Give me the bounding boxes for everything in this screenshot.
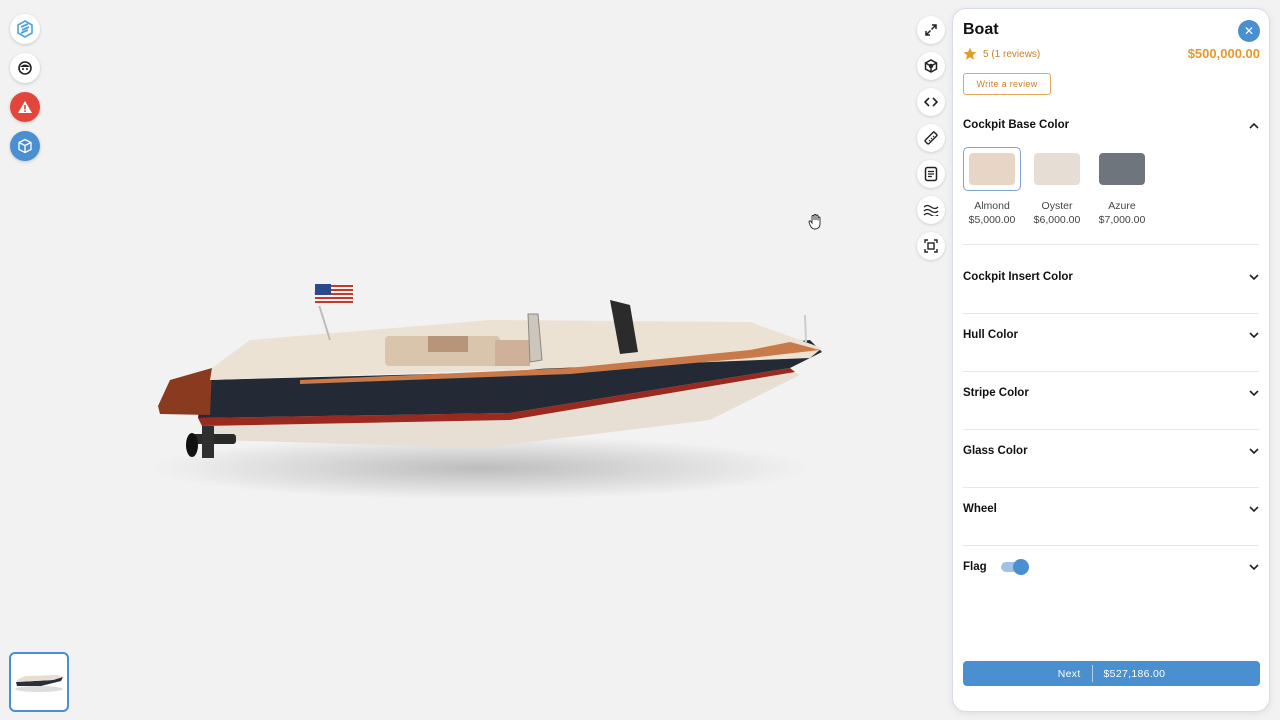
left-rail bbox=[10, 14, 40, 161]
face-icon bbox=[18, 61, 32, 75]
swatch-box bbox=[963, 147, 1021, 191]
3d-model-button[interactable] bbox=[10, 131, 40, 161]
divider bbox=[963, 487, 1259, 488]
waves-icon bbox=[923, 204, 939, 216]
brand-logo-button[interactable] bbox=[10, 14, 40, 44]
divider bbox=[963, 371, 1259, 372]
warning-button[interactable] bbox=[10, 92, 40, 122]
chevron-down-icon bbox=[1249, 273, 1259, 280]
divider bbox=[963, 313, 1259, 314]
section-wheel[interactable]: Wheel bbox=[963, 499, 1259, 519]
ar-cube-icon bbox=[924, 59, 938, 73]
swatch-color bbox=[1034, 153, 1080, 185]
3d-viewer-canvas[interactable] bbox=[0, 0, 950, 720]
swatch-color bbox=[1099, 153, 1145, 185]
viewer-toolbar bbox=[917, 16, 945, 260]
section-label: Cockpit Insert Color bbox=[963, 271, 1073, 283]
brand-logo-icon bbox=[17, 20, 33, 38]
next-button[interactable]: Next $527,186.00 bbox=[963, 661, 1260, 686]
swatch-price: $6,000.00 bbox=[1033, 214, 1081, 226]
chevron-down-icon bbox=[1249, 447, 1259, 454]
close-icon: ✕ bbox=[1243, 24, 1255, 38]
warning-icon bbox=[18, 101, 32, 113]
toggle-knob bbox=[1012, 559, 1029, 575]
section-cockpit-base-color[interactable]: Cockpit Base Color bbox=[963, 115, 1259, 135]
section-cockpit-insert-color[interactable]: Cockpit Insert Color bbox=[963, 267, 1259, 287]
swatch-box bbox=[1093, 147, 1151, 191]
cockpit-base-swatches: Almond $5,000.00 Oyster $6,000.00 Azure … bbox=[963, 147, 1151, 226]
ruler-icon bbox=[924, 131, 938, 145]
chevron-down-icon bbox=[1249, 331, 1259, 338]
ar-view-button[interactable] bbox=[917, 52, 945, 80]
section-label: Wheel bbox=[963, 503, 997, 515]
section-label: Glass Color bbox=[963, 445, 1028, 457]
embed-code-button[interactable] bbox=[917, 88, 945, 116]
flag-toggle[interactable] bbox=[1000, 559, 1029, 575]
section-label: Hull Color bbox=[963, 329, 1018, 341]
swatch-name: Oyster bbox=[1041, 200, 1073, 212]
specs-button[interactable] bbox=[917, 160, 945, 188]
boat-model[interactable] bbox=[150, 280, 840, 510]
swatch-color bbox=[969, 153, 1015, 185]
swatch-oyster[interactable]: Oyster $6,000.00 bbox=[1028, 147, 1086, 226]
divider bbox=[963, 429, 1259, 430]
chevron-up-icon bbox=[1249, 122, 1259, 129]
section-label: Stripe Color bbox=[963, 387, 1029, 399]
model-thumbnail[interactable] bbox=[9, 652, 69, 712]
hand-cursor-icon bbox=[808, 214, 821, 230]
rating-value: 5 bbox=[983, 48, 989, 60]
section-label: Cockpit Base Color bbox=[963, 119, 1070, 131]
code-icon bbox=[924, 97, 938, 107]
measure-button[interactable] bbox=[917, 124, 945, 152]
swatch-box bbox=[1028, 147, 1086, 191]
avatar-button[interactable] bbox=[10, 53, 40, 83]
environment-button[interactable] bbox=[917, 196, 945, 224]
write-review-button[interactable]: Write a review bbox=[963, 73, 1051, 95]
product-rating[interactable]: 5 (1 reviews) bbox=[963, 47, 1040, 61]
fullscreen-button[interactable] bbox=[917, 16, 945, 44]
section-stripe-color[interactable]: Stripe Color bbox=[963, 383, 1259, 403]
total-price: $527,186.00 bbox=[1103, 667, 1166, 680]
close-button[interactable]: ✕ bbox=[1238, 20, 1260, 42]
divider bbox=[963, 244, 1259, 245]
fit-frame-icon bbox=[924, 239, 938, 253]
swatch-almond[interactable]: Almond $5,000.00 bbox=[963, 147, 1021, 226]
product-price: $500,000.00 bbox=[1187, 46, 1260, 61]
divider bbox=[963, 545, 1259, 546]
expand-icon bbox=[925, 24, 937, 36]
swatch-name: Azure bbox=[1108, 200, 1136, 212]
chevron-down-icon bbox=[1249, 505, 1259, 512]
section-label: Flag bbox=[963, 561, 987, 573]
swatch-price: $7,000.00 bbox=[1098, 214, 1146, 226]
cube-icon bbox=[18, 138, 32, 154]
review-count: (1 reviews) bbox=[991, 48, 1041, 60]
boat-thumbnail-icon bbox=[15, 675, 63, 692]
swatch-price: $5,000.00 bbox=[968, 214, 1016, 226]
next-separator bbox=[1091, 665, 1093, 682]
chevron-down-icon bbox=[1249, 389, 1259, 396]
configurator-panel: Boat ✕ 5 (1 reviews) $500,000.00 Write a… bbox=[952, 8, 1270, 712]
section-flag[interactable]: Flag bbox=[963, 557, 1259, 577]
document-icon bbox=[924, 166, 938, 182]
flag-label-group: Flag bbox=[963, 559, 1029, 575]
chevron-down-icon bbox=[1249, 563, 1259, 570]
section-glass-color[interactable]: Glass Color bbox=[963, 441, 1259, 461]
section-hull-color[interactable]: Hull Color bbox=[963, 325, 1259, 345]
product-title: Boat bbox=[963, 21, 999, 38]
star-icon bbox=[963, 47, 977, 60]
swatch-azure[interactable]: Azure $7,000.00 bbox=[1093, 147, 1151, 226]
swatch-name: Almond bbox=[974, 200, 1010, 212]
fit-view-button[interactable] bbox=[917, 232, 945, 260]
next-label: Next bbox=[1057, 667, 1081, 680]
